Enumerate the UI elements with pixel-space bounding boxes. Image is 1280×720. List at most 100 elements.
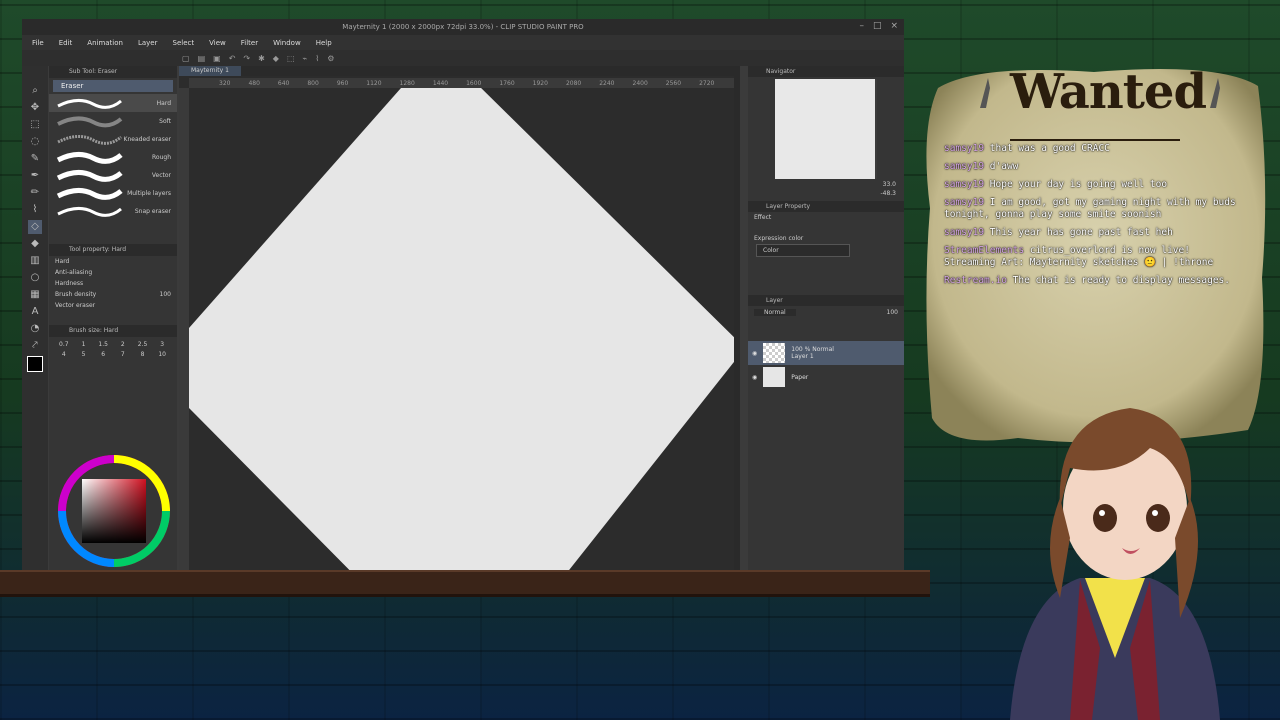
chat-text: d'aww: [989, 161, 1019, 172]
minimize-icon[interactable]: –: [859, 22, 864, 31]
drawing-canvas[interactable]: [189, 88, 739, 572]
brush-multiple-layers[interactable]: Multiple layers: [49, 184, 177, 202]
canvas-scrollbar[interactable]: [734, 66, 740, 572]
canvas-area[interactable]: Mayternity 1 320 480 640 800 960 1120 12…: [179, 66, 739, 572]
brush-icon[interactable]: ⌇: [28, 203, 42, 217]
tool-palette: ⌕ ✥ ⬚ ◌ ✎ ✒ ✏ ⌇ ◇ ◆ ▥ ○ ▦ A ◔ ⤤: [22, 66, 48, 572]
brush-density-value[interactable]: 100: [160, 291, 171, 298]
correct-line-icon[interactable]: ⤤: [28, 339, 42, 353]
tool-property-header: Tool property: Hard: [49, 244, 177, 256]
menu-help[interactable]: Help: [316, 39, 332, 47]
new-icon[interactable]: ▢: [182, 54, 190, 63]
chat-username: samsy19: [944, 143, 985, 154]
sub-tool-group-eraser[interactable]: Eraser: [53, 80, 173, 92]
ruler-tick: 1440: [432, 79, 449, 87]
snap-icon[interactable]: ⌁: [303, 54, 308, 63]
brush-hard[interactable]: Hard: [49, 94, 177, 112]
eye-icon[interactable]: ◉: [752, 374, 757, 381]
ruler-tick: 800: [307, 79, 319, 87]
chat-text: that was a good CRACC: [989, 143, 1110, 154]
title-bar: Mayternity 1 (2000 x 2000px 72dpi 33.0%)…: [22, 19, 904, 35]
eye-icon[interactable]: ◉: [752, 350, 757, 357]
menu-view[interactable]: View: [209, 39, 226, 47]
close-icon[interactable]: ×: [890, 22, 898, 31]
size-option[interactable]: 4: [55, 351, 73, 358]
zoom-value[interactable]: 33.0: [883, 181, 896, 188]
brush-snap[interactable]: Snap eraser: [49, 202, 177, 220]
document-tabs: Mayternity 1: [179, 66, 739, 76]
fill-icon[interactable]: ◆: [273, 54, 279, 63]
effect-label: Effect: [754, 214, 772, 221]
chat-username: samsy19: [944, 179, 985, 190]
brush-soft[interactable]: Soft: [49, 112, 177, 130]
brush-vector[interactable]: Vector: [49, 166, 177, 184]
gradient-icon[interactable]: ▥: [28, 254, 42, 268]
select-icon[interactable]: ⬚: [28, 118, 42, 132]
expression-color-select[interactable]: Color: [756, 244, 850, 257]
ruler-tick: 2720: [699, 79, 715, 87]
fill-tool-icon[interactable]: ◆: [28, 237, 42, 251]
rotation-value[interactable]: -48.3: [880, 190, 896, 197]
document-tab[interactable]: Mayternity 1: [179, 66, 241, 76]
size-option[interactable]: 1: [75, 341, 93, 348]
ruler-tick: 1920: [532, 79, 548, 87]
brush-size-grid: 0.7 1 1.5 2 2.5 3 4 5 6 7 8 10: [49, 337, 177, 362]
settings-icon[interactable]: ⚙: [327, 54, 334, 63]
size-option[interactable]: 0.7: [55, 341, 73, 348]
menu-edit[interactable]: Edit: [59, 39, 73, 47]
redo-icon[interactable]: ↷: [243, 54, 250, 63]
open-icon[interactable]: ▤: [198, 54, 206, 63]
size-option[interactable]: 7: [114, 351, 132, 358]
chat-username: samsy19: [944, 197, 985, 208]
color-wheel[interactable]: [52, 451, 172, 571]
size-option[interactable]: 8: [134, 351, 152, 358]
layer-row[interactable]: ◉ 100 % Normal Layer 1: [748, 341, 904, 365]
clear-icon[interactable]: ✱: [258, 54, 265, 63]
text-icon[interactable]: A: [28, 305, 42, 319]
brush-label: Snap eraser: [134, 207, 171, 215]
size-option[interactable]: 10: [153, 351, 171, 358]
menu-window[interactable]: Window: [273, 39, 301, 47]
zoom-icon[interactable]: ⌕: [28, 84, 42, 98]
save-icon[interactable]: ▣: [213, 54, 221, 63]
menu-file[interactable]: File: [32, 39, 44, 47]
brush-stroke-preview: [56, 188, 123, 200]
ruler-icon[interactable]: ⌇: [315, 54, 319, 63]
transform-icon[interactable]: ⬚: [287, 54, 295, 63]
layer-row[interactable]: ◉ Paper: [748, 365, 904, 389]
chat-message: samsy19 I am good, got my gaming night w…: [944, 197, 1244, 221]
eraser-icon[interactable]: ◇: [28, 220, 42, 234]
menu-animation[interactable]: Animation: [87, 39, 123, 47]
eyedropper-icon[interactable]: ✎: [28, 152, 42, 166]
pen-icon[interactable]: ✒: [28, 169, 42, 183]
frame-icon[interactable]: ▦: [28, 288, 42, 302]
balloon-icon[interactable]: ◔: [28, 322, 42, 336]
size-option[interactable]: 2.5: [134, 341, 152, 348]
command-bar: ▢ ▤ ▣ ↶ ↷ ✱ ◆ ⬚ ⌁ ⌇ ⚙: [22, 50, 904, 66]
move-icon[interactable]: ✥: [28, 101, 42, 115]
main-color-swatch[interactable]: [27, 356, 43, 372]
blend-mode-select[interactable]: Normal: [754, 309, 796, 316]
size-option[interactable]: 2: [114, 341, 132, 348]
ruler-tick: 960: [336, 79, 349, 87]
lasso-icon[interactable]: ◌: [28, 135, 42, 149]
pencil-icon[interactable]: ✏: [28, 186, 42, 200]
navigator-preview[interactable]: [775, 79, 877, 179]
brush-density-row[interactable]: Brush density 100: [49, 289, 177, 300]
navigator-page: [775, 79, 875, 179]
brush-rough[interactable]: Rough: [49, 148, 177, 166]
undo-icon[interactable]: ↶: [229, 54, 236, 63]
menu-select[interactable]: Select: [173, 39, 195, 47]
maximize-icon[interactable]: □: [873, 22, 882, 31]
tool-preset[interactable]: Hard: [49, 256, 177, 267]
wooden-shelf: [0, 570, 930, 597]
size-option[interactable]: 3: [153, 341, 171, 348]
layer-opacity[interactable]: 100: [887, 309, 898, 316]
size-option[interactable]: 1.5: [94, 341, 112, 348]
figure-icon[interactable]: ○: [28, 271, 42, 285]
menu-filter[interactable]: Filter: [241, 39, 258, 47]
menu-layer[interactable]: Layer: [138, 39, 158, 47]
brush-kneaded[interactable]: Kneaded eraser: [49, 130, 177, 148]
size-option[interactable]: 6: [94, 351, 112, 358]
size-option[interactable]: 5: [75, 351, 93, 358]
